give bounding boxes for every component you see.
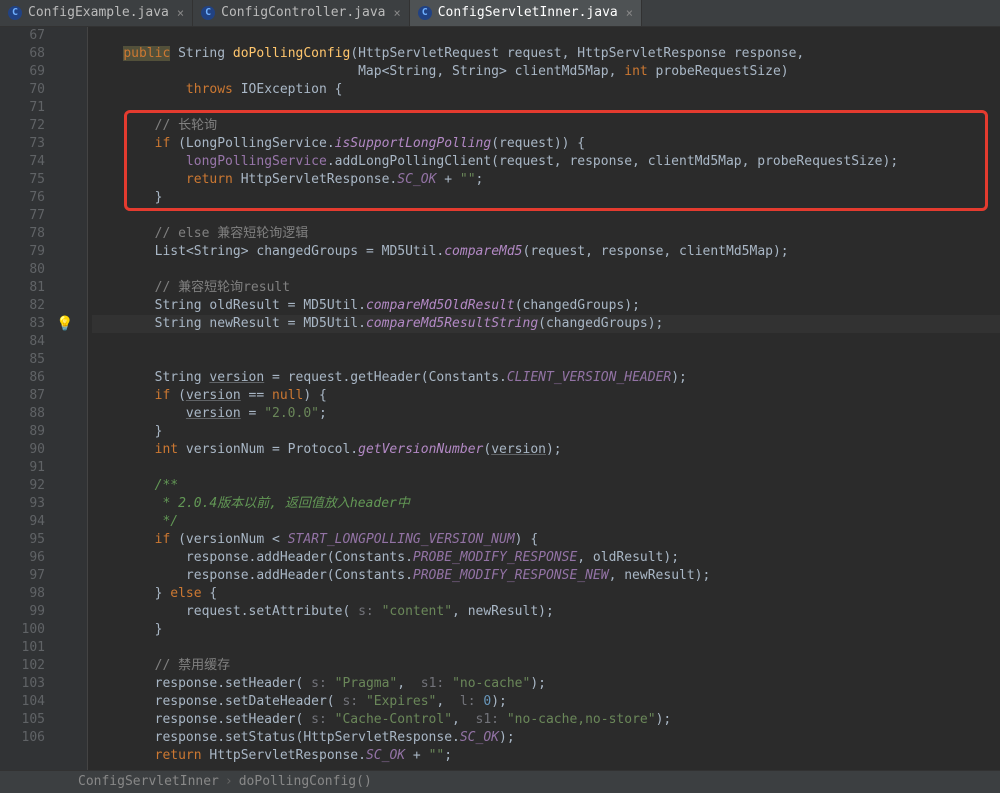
line-number[interactable]: 105 [0,711,45,729]
code-line[interactable]: throws IOException { [92,82,342,97]
line-number[interactable]: 79 [0,243,45,261]
line-number[interactable]: 91 [0,459,45,477]
code-line[interactable]: longPollingService.addLongPollingClient(… [92,154,898,169]
line-number[interactable]: 94 [0,513,45,531]
line-number[interactable]: 90 [0,441,45,459]
code-line[interactable]: } [92,622,162,637]
line-number[interactable]: 87 [0,387,45,405]
tab-label: ConfigController.java [221,4,385,22]
close-icon[interactable]: × [394,4,401,22]
breadcrumb-item[interactable]: ConfigServletInner [78,773,219,791]
code-line[interactable]: response.setHeader( s: "Cache-Control", … [92,712,671,727]
line-number[interactable]: 80 [0,261,45,279]
java-class-icon: C [418,6,432,20]
line-number[interactable]: 77 [0,207,45,225]
code-line[interactable]: List<String> changedGroups = MD5Util.com… [92,244,789,259]
breadcrumb-item[interactable]: doPollingConfig() [239,773,372,791]
line-number[interactable]: 72 [0,117,45,135]
editor-tab-bar: C ConfigExample.java × C ConfigControlle… [0,0,1000,27]
code-line[interactable]: /** [92,478,178,493]
line-number[interactable]: 83 [0,315,45,333]
gutter-marks: 💡 [55,27,75,772]
code-line[interactable]: if (versionNum < START_LONGPOLLING_VERSI… [92,532,538,547]
line-number[interactable]: 82 [0,297,45,315]
code-line[interactable]: return HttpServletResponse.SC_OK + ""; [92,172,483,187]
line-number[interactable]: 84 [0,333,45,351]
chevron-right-icon: › [225,773,233,791]
line-number[interactable]: 74 [0,153,45,171]
tab-config-controller[interactable]: C ConfigController.java × [193,0,410,26]
line-number[interactable]: 89 [0,423,45,441]
line-number[interactable]: 102 [0,657,45,675]
code-line[interactable]: version = "2.0.0"; [92,406,327,421]
line-number[interactable]: 97 [0,567,45,585]
line-number[interactable]: 67 [0,27,45,45]
line-number[interactable]: 96 [0,549,45,567]
java-class-icon: C [201,6,215,20]
tab-config-servlet-inner[interactable]: C ConfigServletInner.java × [410,0,642,26]
code-line[interactable]: String oldResult = MD5Util.compareMd5Old… [92,298,640,313]
line-number[interactable]: 86 [0,369,45,387]
code-line[interactable]: // 长轮询 [92,118,217,133]
code-line[interactable]: String version = request.getHeader(Const… [92,370,687,385]
line-number[interactable]: 76 [0,189,45,207]
line-number[interactable]: 70 [0,81,45,99]
code-line[interactable]: */ [92,514,178,529]
code-line[interactable]: if (version == null) { [92,388,327,403]
close-icon[interactable]: × [177,4,184,22]
code-line[interactable]: response.addHeader(Constants.PROBE_MODIF… [92,568,710,583]
line-number[interactable]: 78 [0,225,45,243]
code-line[interactable]: response.addHeader(Constants.PROBE_MODIF… [92,550,679,565]
line-number[interactable]: 68 [0,45,45,63]
tab-config-example[interactable]: C ConfigExample.java × [0,0,193,26]
code-line[interactable]: // 禁用缓存 [92,658,230,673]
code-viewport[interactable]: public String doPollingConfig(HttpServle… [88,27,1000,772]
code-line[interactable]: Map<String, String> clientMd5Map, int pr… [92,64,789,79]
code-line[interactable]: if (LongPollingService.isSupportLongPoll… [92,136,585,151]
code-line[interactable]: int versionNum = Protocol.getVersionNumb… [92,442,562,457]
editor-area: 6768697071727374757677787980818283848586… [0,27,1000,772]
line-number[interactable]: 103 [0,675,45,693]
line-number-gutter[interactable]: 6768697071727374757677787980818283848586… [0,27,55,772]
line-number[interactable]: 85 [0,351,45,369]
line-number[interactable]: 71 [0,99,45,117]
tab-label: ConfigServletInner.java [438,4,618,22]
code-line[interactable]: response.setDateHeader( s: "Expires", l:… [92,694,507,709]
line-number[interactable]: 81 [0,279,45,297]
line-number[interactable]: 106 [0,729,45,747]
code-line[interactable]: response.setStatus(HttpServletResponse.S… [92,730,515,745]
code-line[interactable]: request.setAttribute( s: "content", newR… [92,604,554,619]
code-line[interactable]: return HttpServletResponse.SC_OK + ""; [92,748,452,763]
line-number[interactable]: 73 [0,135,45,153]
line-number[interactable]: 101 [0,639,45,657]
code-line[interactable]: } [92,190,162,205]
line-number[interactable]: 75 [0,171,45,189]
line-number[interactable]: 93 [0,495,45,513]
code-line[interactable]: * 2.0.4版本以前, 返回值放入header中 [92,496,410,511]
line-number[interactable]: 92 [0,477,45,495]
code-line[interactable] [92,28,155,43]
code-line[interactable]: // 兼容短轮询result [92,280,290,295]
code-line[interactable]: // else 兼容短轮询逻辑 [92,226,308,241]
java-class-icon: C [8,6,22,20]
code-line[interactable]: } else { [92,586,217,601]
ide-window: { "tabs": [ {"label":"ConfigExample.java… [0,0,1000,793]
line-number[interactable]: 100 [0,621,45,639]
breadcrumb-bar: ConfigServletInner › doPollingConfig() [0,770,1000,793]
code-line[interactable]: String newResult = MD5Util.compareMd5Res… [92,315,1000,333]
line-number[interactable]: 99 [0,603,45,621]
lightbulb-icon[interactable]: 💡 [56,315,73,333]
fold-gutter[interactable] [75,27,88,772]
close-icon[interactable]: × [626,4,633,22]
code-line[interactable]: } [92,424,162,439]
line-number[interactable]: 69 [0,63,45,81]
code-content[interactable]: public String doPollingConfig(HttpServle… [92,27,1000,765]
line-number[interactable]: 88 [0,405,45,423]
line-number[interactable]: 98 [0,585,45,603]
line-number[interactable]: 95 [0,531,45,549]
code-line[interactable]: public String doPollingConfig(HttpServle… [92,46,804,61]
tab-label: ConfigExample.java [28,4,169,22]
line-number[interactable]: 104 [0,693,45,711]
code-line[interactable]: response.setHeader( s: "Pragma", s1: "no… [92,676,546,691]
